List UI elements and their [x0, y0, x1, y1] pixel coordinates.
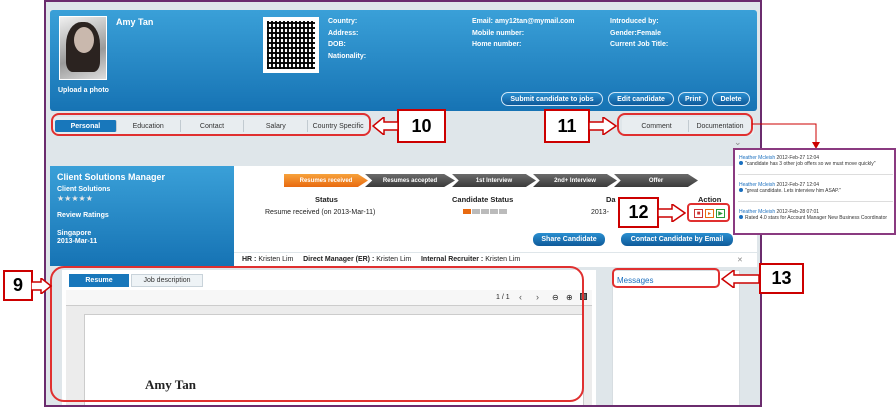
- info-email: Email: amy12tan@mymail.com: [472, 18, 575, 25]
- comment-text: Rated 4.0 stars for Account Manager New …: [745, 215, 888, 221]
- comments-popup: Heather Mcleish 2012-Feb-27 12:04 "candi…: [733, 148, 896, 235]
- stage-2nd-interview[interactable]: 2nd+ Interview: [533, 174, 617, 187]
- callout-13: 13: [759, 263, 804, 294]
- review-ratings-label[interactable]: Review Ratings: [57, 212, 227, 219]
- info-column-other: Introduced by: Gender:Female Current Job…: [610, 16, 668, 51]
- info-gender: Gender:Female: [610, 29, 661, 37]
- upload-photo-link[interactable]: Upload a photo: [58, 87, 109, 94]
- recruiter-line: HR : Kristen Lim Direct Manager (ER) : K…: [234, 253, 757, 267]
- direct-manager-label: Direct Manager (ER) :: [303, 256, 375, 263]
- callout-10-arrow: [372, 117, 398, 135]
- contact-by-email-button[interactable]: Contact Candidate by Email: [621, 233, 733, 246]
- highlight-document-panel: [50, 266, 584, 402]
- stage-offer[interactable]: Offer: [614, 174, 698, 187]
- status-header: Status: [315, 195, 338, 204]
- hr-label: HR :: [242, 256, 257, 263]
- comment-item: Heather Mcleish 2012-Feb-28 07:01 Rated …: [739, 209, 887, 221]
- share-candidate-button[interactable]: Share Candidate: [533, 233, 605, 246]
- job-location: Singapore: [57, 230, 92, 237]
- callout-9-arrow: [31, 278, 53, 294]
- callout-11-arrow: [589, 117, 617, 135]
- internal-recruiter-name: Kristen Lim: [485, 256, 521, 263]
- highlight-messages: [612, 268, 720, 288]
- date-value: 2013-: [591, 209, 609, 216]
- job-date: 2013-Mar-11: [57, 238, 98, 245]
- info-job-title: Current Job Title:: [610, 41, 669, 48]
- info-introduced-by: Introduced by:: [610, 18, 659, 25]
- info-country: Country:: [328, 18, 358, 25]
- callout-10: 10: [397, 109, 446, 143]
- callout-12: 12: [618, 197, 659, 228]
- info-home: Home number:: [472, 41, 522, 48]
- job-title: Client Solutions Manager: [57, 172, 166, 182]
- direct-manager-name: Kristen Lim: [376, 256, 412, 263]
- info-nationality: Nationality:: [328, 52, 367, 60]
- stage-resumes-received[interactable]: Resumes received: [284, 174, 368, 187]
- highlight-profile-tabs: [51, 113, 371, 136]
- stage-1st-interview[interactable]: 1st Interview: [452, 174, 536, 187]
- info-address: Address:: [328, 29, 359, 37]
- edit-candidate-button[interactable]: Edit candidate: [608, 92, 674, 106]
- chevron-down-icon[interactable]: ⌄: [734, 137, 742, 148]
- candidate-status-bar: [463, 209, 507, 214]
- candidate-status-header: Candidate Status: [452, 195, 514, 204]
- internal-recruiter-label: Internal Recruiter :: [420, 256, 484, 263]
- popup-connector: [752, 123, 820, 149]
- candidate-photo[interactable]: [59, 16, 107, 80]
- messages-panel: Messages: [612, 270, 740, 405]
- hr-name: Kristen Lim: [258, 256, 294, 263]
- highlight-side-tabs: [617, 113, 753, 136]
- info-dob: DOB:: [328, 41, 346, 48]
- qr-code: [263, 17, 319, 73]
- callout-13-arrow: [721, 270, 759, 288]
- submit-to-jobs-button[interactable]: Submit candidate to jobs: [501, 92, 603, 106]
- print-button[interactable]: Print: [678, 92, 708, 106]
- info-column-location: Country: Address: DOB: Nationality:: [328, 16, 366, 62]
- comment-text: "great candidate. Lets interview him ASA…: [745, 188, 842, 194]
- date-header: Da: [606, 195, 616, 204]
- job-department: Client Solutions: [57, 186, 111, 193]
- highlight-action-icons: [687, 203, 730, 222]
- candidate-name: Amy Tan: [116, 17, 154, 27]
- info-column-contact: Email: amy12tan@mymail.com Mobile number…: [472, 16, 575, 51]
- close-icon[interactable]: ✕: [737, 256, 743, 264]
- comment-item: Heather Mcleish 2012-Feb-27 12:04 "candi…: [739, 155, 875, 167]
- callout-9: 9: [3, 270, 33, 301]
- stage-resumes-accepted[interactable]: Resumes accepted: [365, 174, 455, 187]
- callout-11: 11: [544, 109, 590, 143]
- rating-stars[interactable]: ★★★★★: [57, 194, 227, 203]
- info-mobile: Mobile number:: [472, 29, 525, 37]
- delete-button[interactable]: Delete: [712, 92, 750, 106]
- comment-text: "candidate has 3 other job offers so we …: [745, 161, 876, 167]
- comment-item: Heather Mcleish 2012-Feb-27 12:04 "great…: [739, 182, 841, 194]
- callout-12-arrow: [658, 204, 686, 222]
- candidate-header: Amy Tan Upload a photo Country: Address:…: [50, 10, 757, 111]
- status-value: Resume received (on 2013-Mar-11): [265, 209, 376, 216]
- job-card: Client Solutions Manager Client Solution…: [50, 166, 234, 266]
